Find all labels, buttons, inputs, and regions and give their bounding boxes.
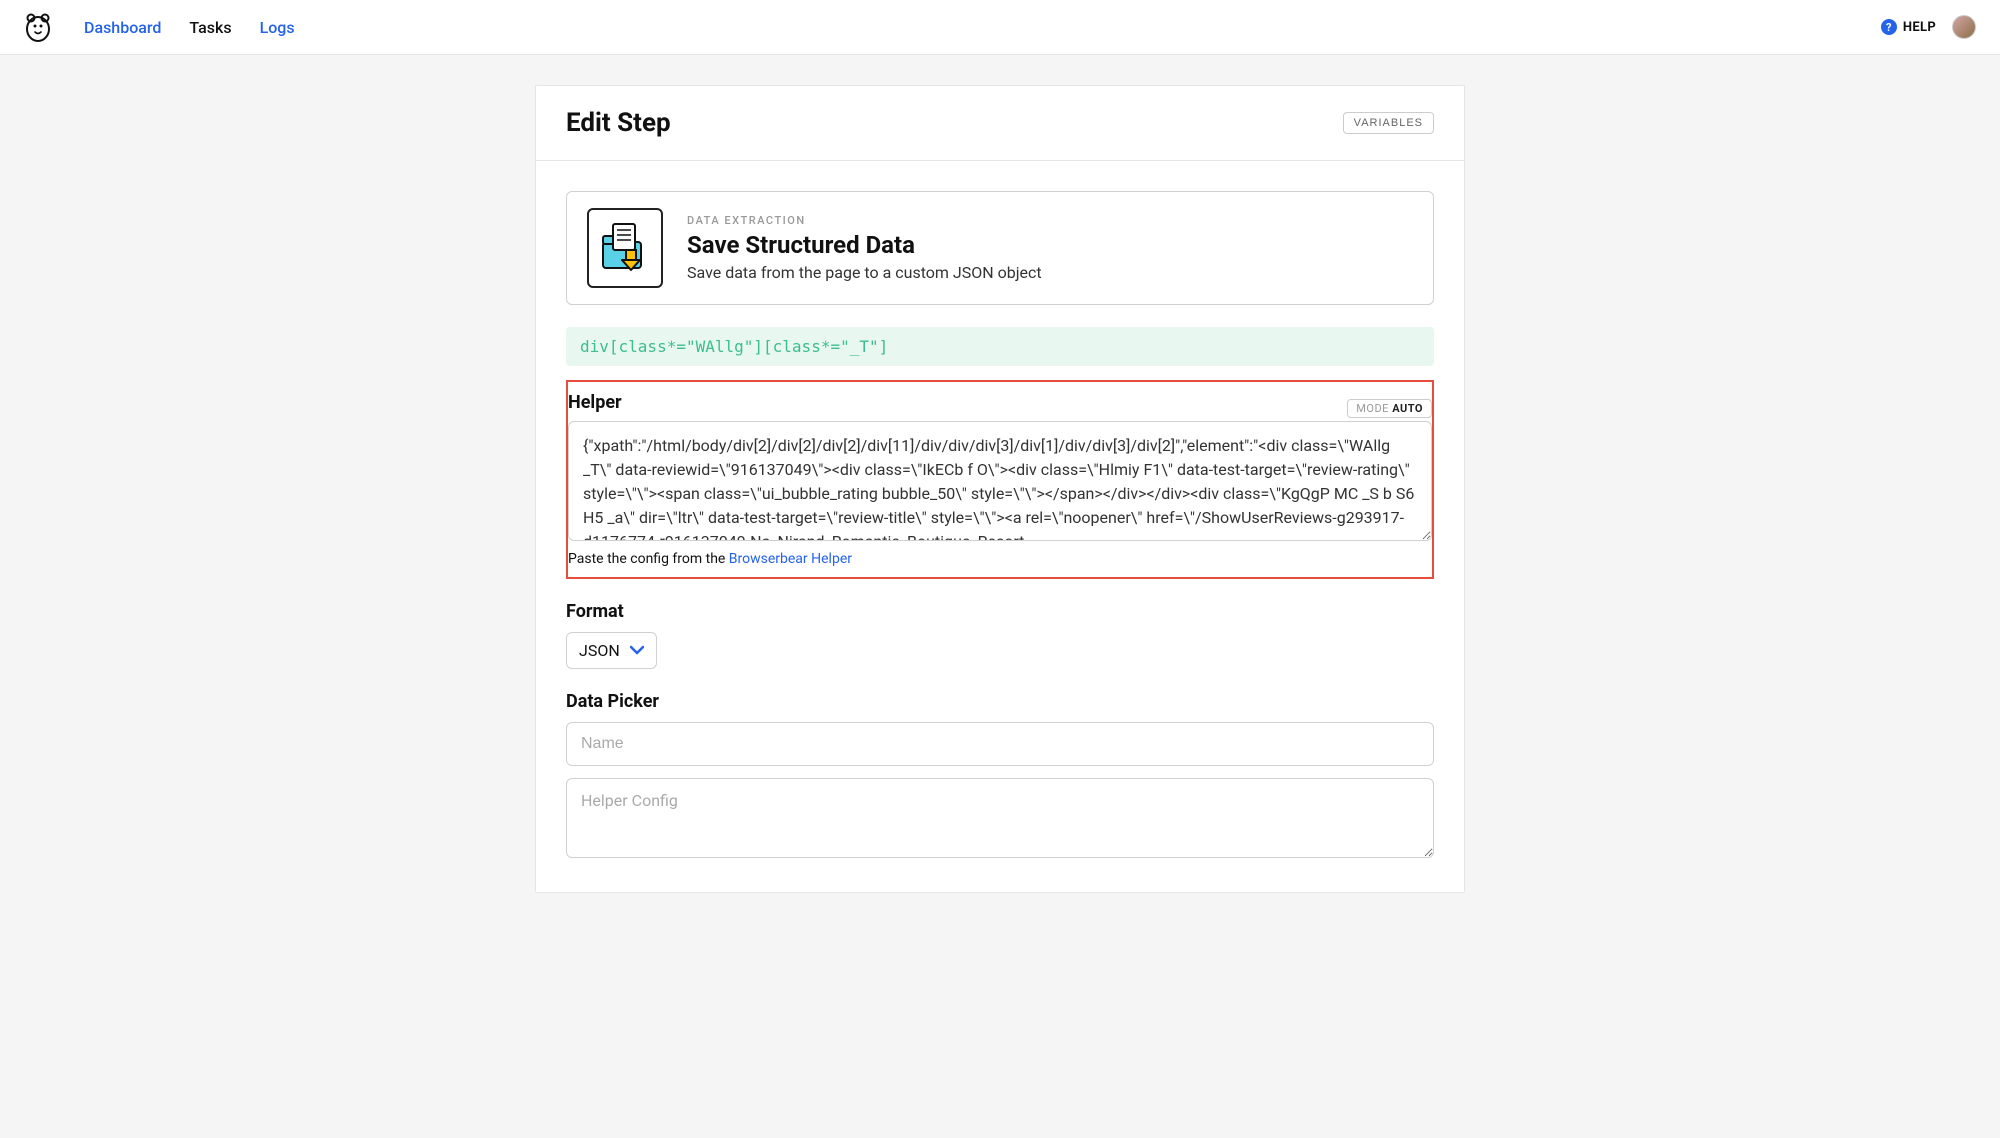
mode-value: AUTO (1392, 402, 1423, 415)
action-description: Save data from the page to a custom JSON… (687, 263, 1042, 282)
help-label: HELP (1903, 20, 1936, 35)
data-picker-config-textarea[interactable] (566, 778, 1434, 858)
helper-textarea-wrap: MODE AUTO (568, 421, 1432, 545)
logo[interactable] (24, 11, 52, 43)
action-title: Save Structured Data (687, 231, 1042, 259)
variables-button[interactable]: VARIABLES (1343, 112, 1434, 134)
format-section: Format JSON (566, 601, 1434, 669)
helper-hint-prefix: Paste the config from the (568, 551, 729, 567)
bear-logo-icon (24, 11, 52, 43)
card-header: Edit Step VARIABLES (536, 86, 1464, 161)
help-icon: ? (1881, 19, 1897, 35)
main-nav: Dashboard Tasks Logs (84, 18, 295, 37)
helper-field: Helper MODE AUTO Paste the config from t… (568, 392, 1432, 567)
main: Edit Step VARIABLES (0, 55, 2000, 953)
chevron-down-icon (630, 643, 644, 659)
edit-step-card: Edit Step VARIABLES (535, 85, 1465, 893)
selector-preview: div[class*="WAllg"][class*="_T"] (566, 327, 1434, 366)
topbar-right: ? HELP (1881, 15, 1976, 39)
data-picker-label: Data Picker (566, 691, 1434, 712)
page-title: Edit Step (566, 108, 671, 138)
data-picker-section: Data Picker (566, 691, 1434, 862)
helper-label: Helper (568, 392, 1432, 413)
card-body: DATA EXTRACTION Save Structured Data Sav… (536, 161, 1464, 892)
nav-logs[interactable]: Logs (260, 18, 295, 37)
data-picker-name-input[interactable] (566, 722, 1434, 766)
helper-textarea[interactable] (568, 421, 1432, 541)
mode-badge[interactable]: MODE AUTO (1347, 399, 1432, 418)
helper-hint-link[interactable]: Browserbear Helper (729, 551, 852, 567)
mode-prefix: MODE (1356, 402, 1389, 415)
save-structured-data-icon (587, 208, 663, 288)
format-select[interactable]: JSON (566, 632, 657, 669)
format-label: Format (566, 601, 1434, 622)
nav-tasks[interactable]: Tasks (189, 18, 231, 37)
action-summary: DATA EXTRACTION Save Structured Data Sav… (566, 191, 1434, 305)
helper-hint: Paste the config from the Browserbear He… (568, 551, 1432, 567)
nav-dashboard[interactable]: Dashboard (84, 18, 161, 37)
action-category: DATA EXTRACTION (687, 214, 1042, 227)
help-link[interactable]: ? HELP (1881, 19, 1936, 35)
format-value: JSON (579, 641, 620, 660)
helper-highlighted-region: Helper MODE AUTO Paste the config from t… (566, 380, 1434, 579)
topbar-left: Dashboard Tasks Logs (24, 11, 295, 43)
topbar: Dashboard Tasks Logs ? HELP (0, 0, 2000, 55)
avatar[interactable] (1952, 15, 1976, 39)
action-meta: DATA EXTRACTION Save Structured Data Sav… (687, 214, 1042, 282)
